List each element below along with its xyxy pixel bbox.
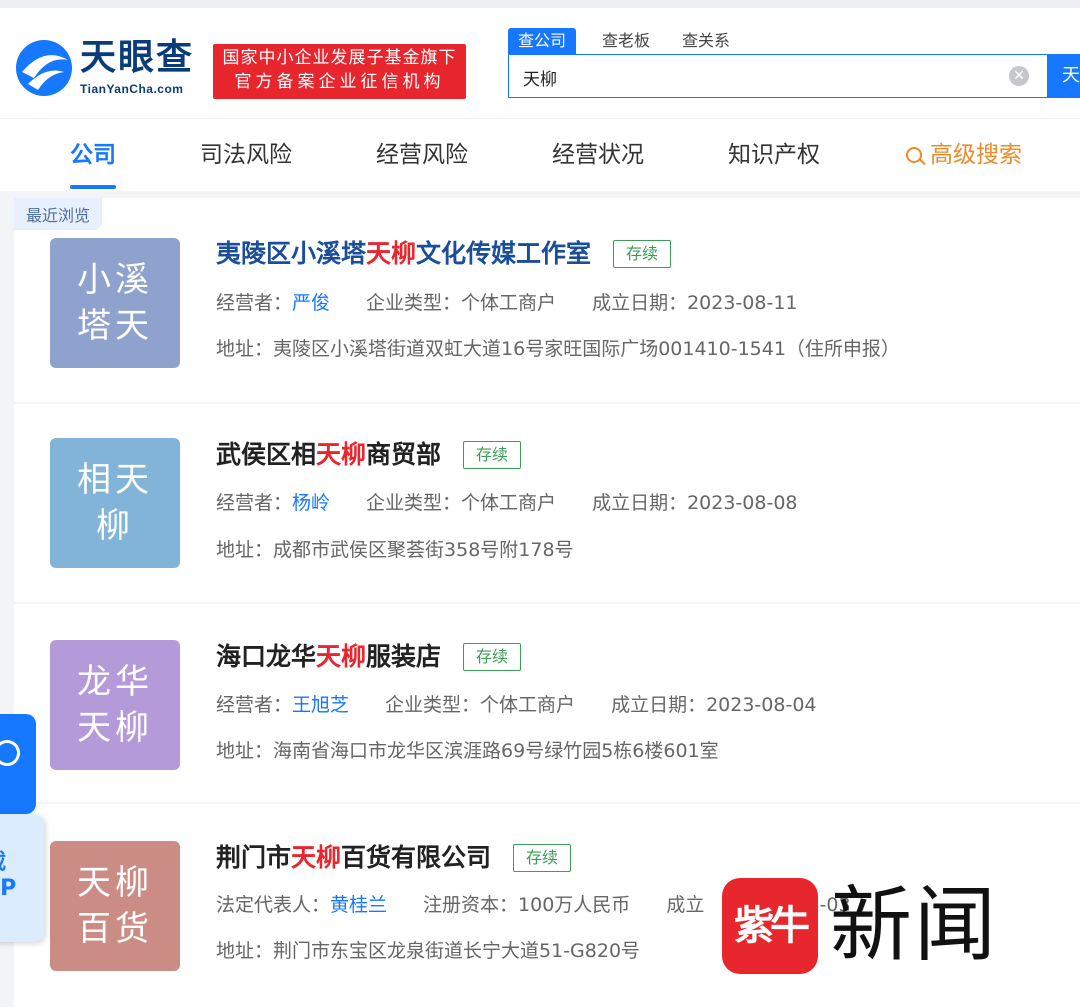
name-part: 百货有限公司 xyxy=(341,843,492,872)
person-link[interactable]: 严俊 xyxy=(292,292,330,314)
type-value: 个体工商户 xyxy=(461,492,557,514)
slogan-line-2: 官方备案企业征信机构 xyxy=(234,72,445,92)
search-box: ✕ xyxy=(508,54,1048,99)
company-meta: 经营者：杨岭 企业类型：个体工商户 成立日期：2023-08-08 xyxy=(216,488,798,518)
tab-search-boss[interactable]: 查老板 xyxy=(602,28,650,54)
clear-icon[interactable]: ✕ xyxy=(1009,66,1029,86)
person-label: 经营者： xyxy=(216,492,293,514)
name-part: 文化传媒工作室 xyxy=(416,239,592,268)
list-item[interactable]: 龙华天柳 海口龙华天柳服装店 存续 经营者：王旭芝 企业类型：个体工商户 成立日期：2… xyxy=(14,604,1080,802)
person-link[interactable]: 黄桂兰 xyxy=(330,894,387,916)
company-meta: 经营者：王旭芝 企业类型：个体工商户 成立日期：2023-08-04 xyxy=(216,690,817,720)
person-link[interactable]: 王旭芝 xyxy=(292,694,349,716)
status-badge: 存续 xyxy=(463,643,522,671)
date-label: 成立日期： xyxy=(592,292,688,314)
company-name[interactable]: 武侯区相天柳商贸部 存续 xyxy=(216,437,522,473)
company-address: 地址：荆门市东宝区龙泉街道长宁大道51-G820号 xyxy=(216,936,640,966)
company-address: 地址：海南省海口市龙华区滨涯路69号绿竹园5栋6楼601室 xyxy=(216,736,719,766)
recent-browse-tag: 最近浏览 xyxy=(14,198,103,230)
company-address: 地址：成都市武侯区聚荟街358号附178号 xyxy=(216,535,574,565)
person-label: 经营者： xyxy=(216,292,293,314)
company-meta: 经营者：严俊 企业类型：个体工商户 成立日期：2023-08-11 xyxy=(216,288,798,318)
address-value: 荆门市东宝区龙泉街道长宁大道51-G820号 xyxy=(273,940,641,962)
type-label: 企业类型： xyxy=(385,694,481,716)
type-value: 个体工商户 xyxy=(480,694,576,716)
company-avatar: 龙华天柳 xyxy=(50,640,180,770)
list-item[interactable]: 相天柳 武侯区相天柳商贸部 存续 经营者：杨岭 企业类型：个体工商户 成立日期：202… xyxy=(14,404,1080,602)
company-avatar: 天柳百货 xyxy=(50,841,180,971)
address-value: 海南省海口市龙华区滨涯路69号绿竹园5栋6楼601室 xyxy=(273,740,719,762)
nav-ip[interactable]: 知识产权 xyxy=(728,119,820,191)
result-category-nav: 公司 司法风险 经营风险 经营状况 知识产权 高级搜索 xyxy=(0,118,1080,191)
name-part: 武侯区相 xyxy=(216,440,317,469)
float-download-app[interactable]: 载 PP xyxy=(0,814,44,942)
name-highlight: 天柳 xyxy=(316,642,367,671)
type-value: 个体工商户 xyxy=(461,292,557,314)
capital-value: 100万人民币 xyxy=(518,894,631,916)
capital-label: 注册资本： xyxy=(423,894,519,916)
float-app-button[interactable] xyxy=(0,714,36,814)
search-button[interactable]: 天 xyxy=(1048,54,1080,98)
name-highlight: 天柳 xyxy=(291,843,342,872)
status-badge: 存续 xyxy=(463,441,522,469)
company-name[interactable]: 夷陵区小溪塔天柳文化传媒工作室 存续 xyxy=(216,236,672,272)
search-input[interactable] xyxy=(521,55,1005,99)
app-icon xyxy=(0,740,20,766)
name-part: 商贸部 xyxy=(366,440,442,469)
advanced-search-link[interactable]: 高级搜索 xyxy=(906,119,1022,191)
logo-eye-icon xyxy=(16,40,72,96)
company-name[interactable]: 海口龙华天柳服装店 存续 xyxy=(216,639,522,675)
person-label: 经营者： xyxy=(216,694,293,716)
company-avatar: 相天柳 xyxy=(50,438,180,568)
address-label: 地址： xyxy=(216,940,274,962)
status-badge: 存续 xyxy=(613,240,672,268)
tab-search-relation[interactable]: 查关系 xyxy=(682,28,730,54)
date-value: 2023-08-08 xyxy=(687,492,798,514)
address-label: 地址： xyxy=(216,740,274,762)
name-part: 服装店 xyxy=(366,642,442,671)
person-label: 法定代表人： xyxy=(216,894,331,916)
company-name[interactable]: 荆门市天柳百货有限公司 存续 xyxy=(216,840,572,876)
name-part: 海口龙华 xyxy=(216,642,317,671)
nav-operating-status[interactable]: 经营状况 xyxy=(552,119,644,191)
download-label: 载 xyxy=(0,844,6,876)
header: 天眼查 TianYanCha.com 国家中小企业发展子基金旗下 官方备案企业征… xyxy=(0,0,1080,118)
tianyancha-logo[interactable]: 天眼查 TianYanCha.com xyxy=(14,36,199,104)
status-badge: 存续 xyxy=(513,844,572,872)
nav-company[interactable]: 公司 xyxy=(70,119,116,191)
name-highlight: 天柳 xyxy=(366,239,417,268)
date-value: 2023-08-04 xyxy=(706,694,817,716)
watermark-logo: 紫牛 xyxy=(722,878,818,974)
nav-operating-risk[interactable]: 经营风险 xyxy=(376,119,468,191)
company-avatar: 小溪塔天 xyxy=(50,238,180,368)
date-label: 成立日期： xyxy=(611,694,707,716)
nav-judicial-risk[interactable]: 司法风险 xyxy=(200,119,292,191)
date-value: 2023-08-11 xyxy=(687,292,798,314)
type-label: 企业类型： xyxy=(366,292,462,314)
logo-text: 天眼查 xyxy=(80,37,195,78)
search-icon xyxy=(906,147,922,163)
address-value: 夷陵区小溪塔街道双虹大道16号家旺国际广场001410-1541（住所申报） xyxy=(273,338,900,360)
address-value: 成都市武侯区聚荟街358号附178号 xyxy=(273,539,574,561)
slogan-banner: 国家中小企业发展子基金旗下 官方备案企业征信机构 xyxy=(213,44,466,99)
list-item[interactable]: 最近浏览 小溪塔天 夷陵区小溪塔天柳文化传媒工作室 存续 经营者：严俊 企业类型：个… xyxy=(14,198,1080,402)
name-highlight: 天柳 xyxy=(316,440,367,469)
date-label: 成立 xyxy=(666,894,705,916)
type-label: 企业类型： xyxy=(366,492,462,514)
watermark-text: 新闻 xyxy=(830,878,999,973)
date-label: 成立日期： xyxy=(592,492,688,514)
logo-subtitle: TianYanCha.com xyxy=(80,82,184,96)
watermark: 紫牛 新闻 xyxy=(722,876,1052,976)
slogan-line-1: 国家中小企业发展子基金旗下 xyxy=(222,48,457,68)
company-address: 地址：夷陵区小溪塔街道双虹大道16号家旺国际广场001410-1541（住所申报… xyxy=(216,334,900,364)
person-link[interactable]: 杨岭 xyxy=(292,492,330,514)
advanced-search-label: 高级搜索 xyxy=(930,142,1022,168)
tab-search-company[interactable]: 查公司 xyxy=(508,28,577,54)
address-label: 地址： xyxy=(216,338,274,360)
name-part: 夷陵区小溪塔 xyxy=(216,239,367,268)
name-part: 荆门市 xyxy=(216,843,292,872)
download-label: PP xyxy=(0,876,17,901)
address-label: 地址： xyxy=(216,539,274,561)
